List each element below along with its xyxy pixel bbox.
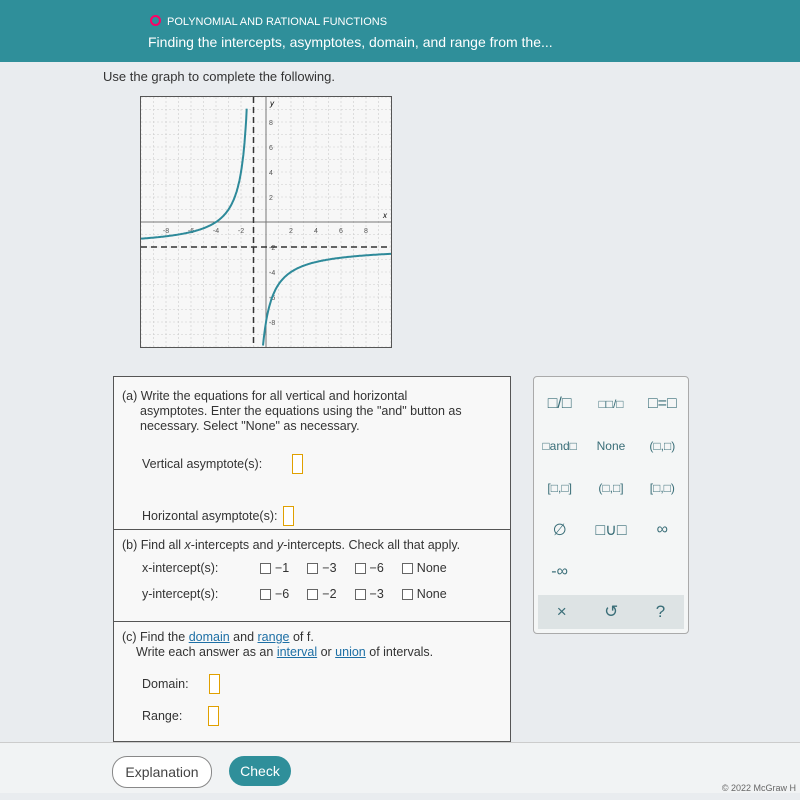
option-label: −1 [275, 561, 290, 575]
clear-button[interactable]: × [557, 602, 567, 622]
vertical-asymptote-input[interactable] [292, 454, 304, 474]
keypad-key[interactable]: □=□ [637, 395, 688, 413]
math-keypad: □/□ □□/□ □=□ □and□ None (□,□) [□,□] (□,□] [□,□) ∅… [533, 376, 689, 634]
help-button[interactable]: ? [656, 602, 665, 622]
y-intercept-label: y-intercept(s): [142, 587, 219, 601]
y-tick-label: -2 [269, 245, 275, 252]
problem-title[interactable]: Finding the intercepts, asymptotes, doma… [148, 34, 553, 50]
option-label: None [416, 587, 447, 601]
domain-label: Domain: [142, 677, 189, 691]
keypad-key[interactable]: ∅ [534, 520, 585, 540]
graph-svg: -8 -6 -4 -2 2 4 6 88642-2-4-6-8xy [140, 96, 392, 348]
checkbox[interactable] [401, 588, 413, 600]
x-tick-label: 4 [314, 228, 318, 235]
part-b: (b) Find all x-intercepts and y-intercep… [114, 530, 510, 622]
function-curve [262, 252, 392, 346]
x-tick-label: 2 [289, 228, 293, 235]
range-label: Range: [142, 709, 183, 723]
x-intercept-option[interactable]: −6 [354, 561, 384, 575]
explanation-button[interactable]: Explanation [112, 756, 212, 788]
y-tick-label: 2 [269, 195, 273, 202]
keypad-key[interactable]: None [585, 439, 636, 453]
checkbox[interactable] [260, 562, 271, 574]
checkbox[interactable] [401, 562, 413, 574]
keypad-key[interactable]: (□,□] [585, 481, 636, 495]
graph: -8 -6 -4 -2 2 4 6 8 8 6 4 2 -2 -4 -6 -8 x y [140, 96, 392, 348]
y-intercept-option[interactable]: −3 [354, 587, 384, 601]
horizontal-asymptote-input[interactable] [283, 506, 295, 526]
part-a-prompt: (a) Write the equations for all vertical… [122, 389, 408, 403]
x-intercept-option[interactable]: None [401, 561, 447, 575]
part-a-prompt: necessary. Select "None" as necessary. [140, 419, 360, 433]
checkbox[interactable] [307, 588, 319, 600]
keypad-key[interactable]: □∪□ [585, 520, 636, 540]
option-label: −3 [369, 587, 384, 601]
x-tick-label: 8 [364, 228, 368, 235]
part-a-prompt: asymptotes. Enter the equations using th… [140, 404, 462, 418]
x-tick-label: 6 [339, 228, 343, 235]
check-button[interactable]: Check [229, 756, 291, 786]
part-c: (c) Find the domain and range of f. Writ… [114, 622, 510, 726]
x-tick-label: -2 [238, 228, 244, 235]
horizontal-asymptote-label: Horizontal asymptote(s): [142, 509, 278, 523]
y-tick-label: -4 [269, 270, 275, 277]
keypad-key[interactable]: □/□ [534, 395, 585, 413]
instruction: Use the graph to complete the following. [103, 69, 335, 84]
keypad-key[interactable]: [□,□) [637, 481, 688, 495]
domain-input[interactable] [208, 674, 220, 694]
option-label: −6 [275, 587, 290, 601]
y-tick-label: -8 [269, 320, 275, 327]
union-link[interactable]: union [335, 645, 366, 659]
vertical-asymptote-label: Vertical asymptote(s): [142, 457, 263, 471]
y-tick-label: 8 [269, 120, 273, 127]
range-link[interactable]: range [258, 630, 290, 644]
copyright: © 2022 McGraw H [721, 783, 796, 793]
y-tick-label: 4 [269, 170, 273, 177]
checkbox[interactable] [307, 562, 319, 574]
text: Write each answer as an [136, 645, 277, 659]
text: (b) Find all [122, 538, 185, 552]
option-label: −3 [322, 561, 337, 575]
keypad-key[interactable]: □and□ [534, 439, 585, 453]
checkbox[interactable] [354, 562, 366, 574]
domain-link[interactable]: domain [189, 630, 230, 644]
keypad-key[interactable]: (□,□) [637, 439, 688, 453]
checkbox[interactable] [260, 588, 271, 600]
text: of intervals. [365, 645, 434, 659]
checkbox[interactable] [354, 588, 366, 600]
part-a: (a) Write the equations for all vertical… [114, 377, 510, 530]
text: -intercepts and [190, 538, 277, 552]
text: of f. [289, 630, 314, 644]
x-intercept-option[interactable]: −3 [307, 561, 337, 575]
keypad-key[interactable]: ∞ [637, 521, 688, 539]
topic: POLYNOMIAL AND RATIONAL FUNCTIONS [150, 15, 387, 28]
header: POLYNOMIAL AND RATIONAL FUNCTIONS Findin… [0, 0, 800, 62]
x-axis-label: x [382, 211, 388, 220]
option-label: −6 [369, 561, 384, 575]
y-intercept-option[interactable]: None [401, 587, 447, 601]
range-input[interactable] [208, 706, 220, 726]
x-intercept-option[interactable]: −1 [260, 561, 289, 575]
text: or [317, 645, 336, 659]
function-curve [140, 108, 248, 240]
keypad-key[interactable]: -∞ [534, 563, 585, 581]
x-intercept-label: x-intercept(s): [142, 561, 219, 575]
interval-link[interactable]: interval [277, 645, 317, 659]
keypad-key[interactable]: □□/□ [585, 397, 636, 411]
text: -intercepts. Check all that apply. [283, 538, 461, 552]
text: (c) Find the [122, 630, 189, 644]
keypad-key[interactable]: [□,□] [534, 481, 585, 495]
y-intercept-option[interactable]: −2 [307, 587, 337, 601]
question-box: (a) Write the equations for all vertical… [113, 376, 511, 742]
text: and [229, 630, 258, 644]
x-tick-label: -8 [163, 228, 169, 235]
y-intercept-option[interactable]: −6 [260, 587, 289, 601]
x-tick-label: -4 [213, 228, 219, 235]
y-axis-label: y [269, 99, 275, 108]
y-tick-label: 6 [269, 145, 273, 152]
option-label: None [416, 561, 447, 575]
option-label: −2 [322, 587, 337, 601]
undo-button[interactable]: ↺ [604, 602, 618, 622]
